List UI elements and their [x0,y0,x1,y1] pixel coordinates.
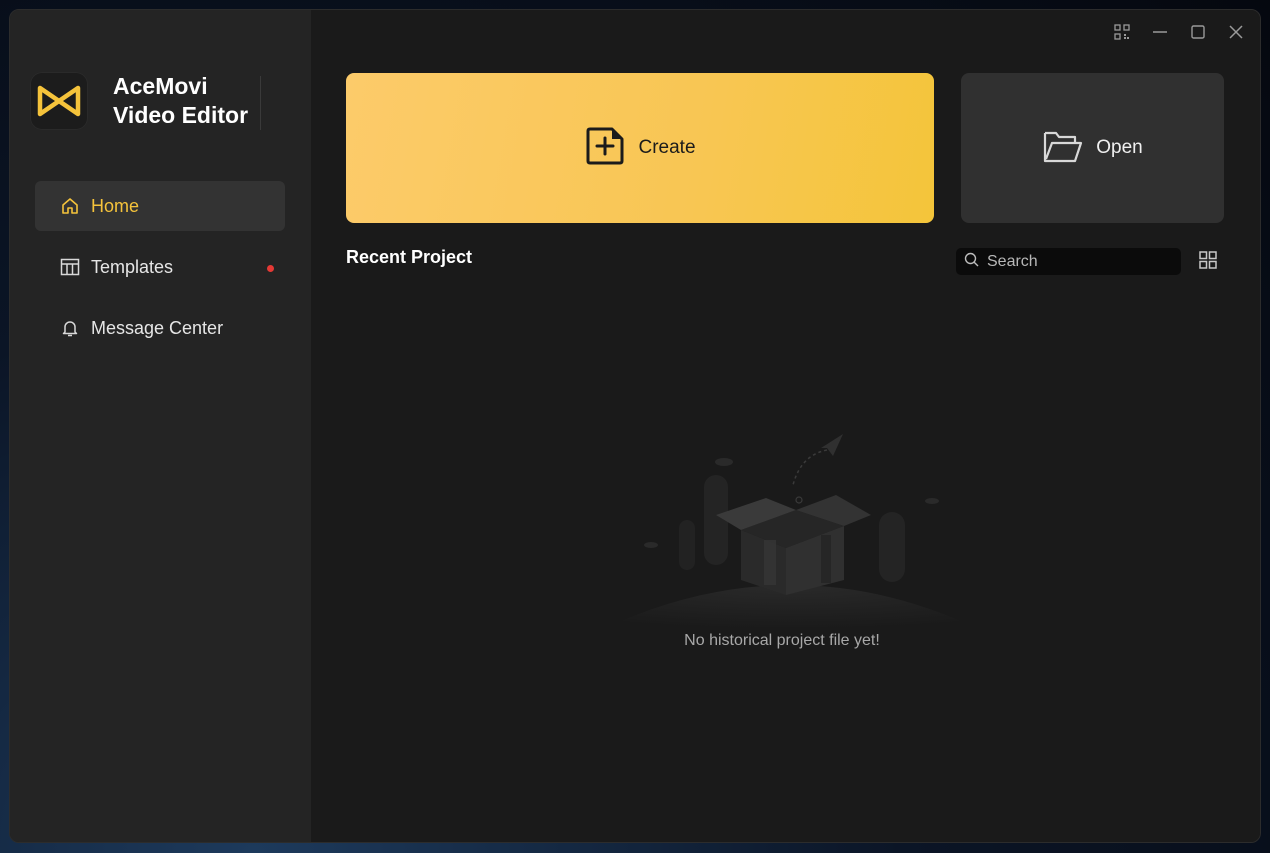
maximize-icon[interactable] [1186,22,1210,42]
home-icon [60,196,80,216]
sidebar: AceMovi Video Editor Home Templates Mess… [10,10,311,842]
acemovi-logo-icon [30,72,88,130]
empty-state-message: No historical project file yet! [684,632,880,649]
open-label: Open [1096,137,1143,158]
brand-title: AceMovi Video Editor [113,72,248,130]
notification-dot [267,265,274,272]
sidebar-item-label: Home [91,195,140,216]
sidebar-nav: Home Templates Message Center [35,181,285,364]
main-panel: Create Open Recent Project Search No his… [311,10,1260,842]
brand: AceMovi Video Editor [30,72,248,130]
sidebar-item-message-center[interactable]: Message Center [35,303,285,353]
create-button[interactable]: Create [346,73,934,223]
open-button[interactable]: Open [961,73,1224,223]
grid-view-icon[interactable] [1198,250,1218,270]
sidebar-item-home[interactable]: Home [35,181,285,231]
window-controls [1110,22,1248,42]
minimize-icon[interactable] [1148,22,1172,42]
sidebar-item-label: Message Center [91,317,224,338]
brand-line-2: Video Editor [113,102,249,128]
sidebar-item-templates[interactable]: Templates [35,242,285,292]
templates-icon [60,257,80,277]
app-window: AceMovi Video Editor Home Templates Mess… [9,9,1261,843]
sidebar-item-label: Templates [91,256,174,277]
new-file-icon [584,125,626,172]
folder-open-icon [1042,127,1084,170]
brand-line-1: AceMovi [113,73,208,99]
recent-project-title: Recent Project [346,247,473,267]
search-input[interactable] [987,252,1167,271]
qr-code-icon[interactable] [1110,22,1134,42]
bell-icon [60,318,80,338]
create-label: Create [638,137,696,158]
search-icon [964,252,979,272]
close-icon[interactable] [1224,22,1248,42]
brand-divider [260,76,261,130]
search-box [956,248,1181,275]
